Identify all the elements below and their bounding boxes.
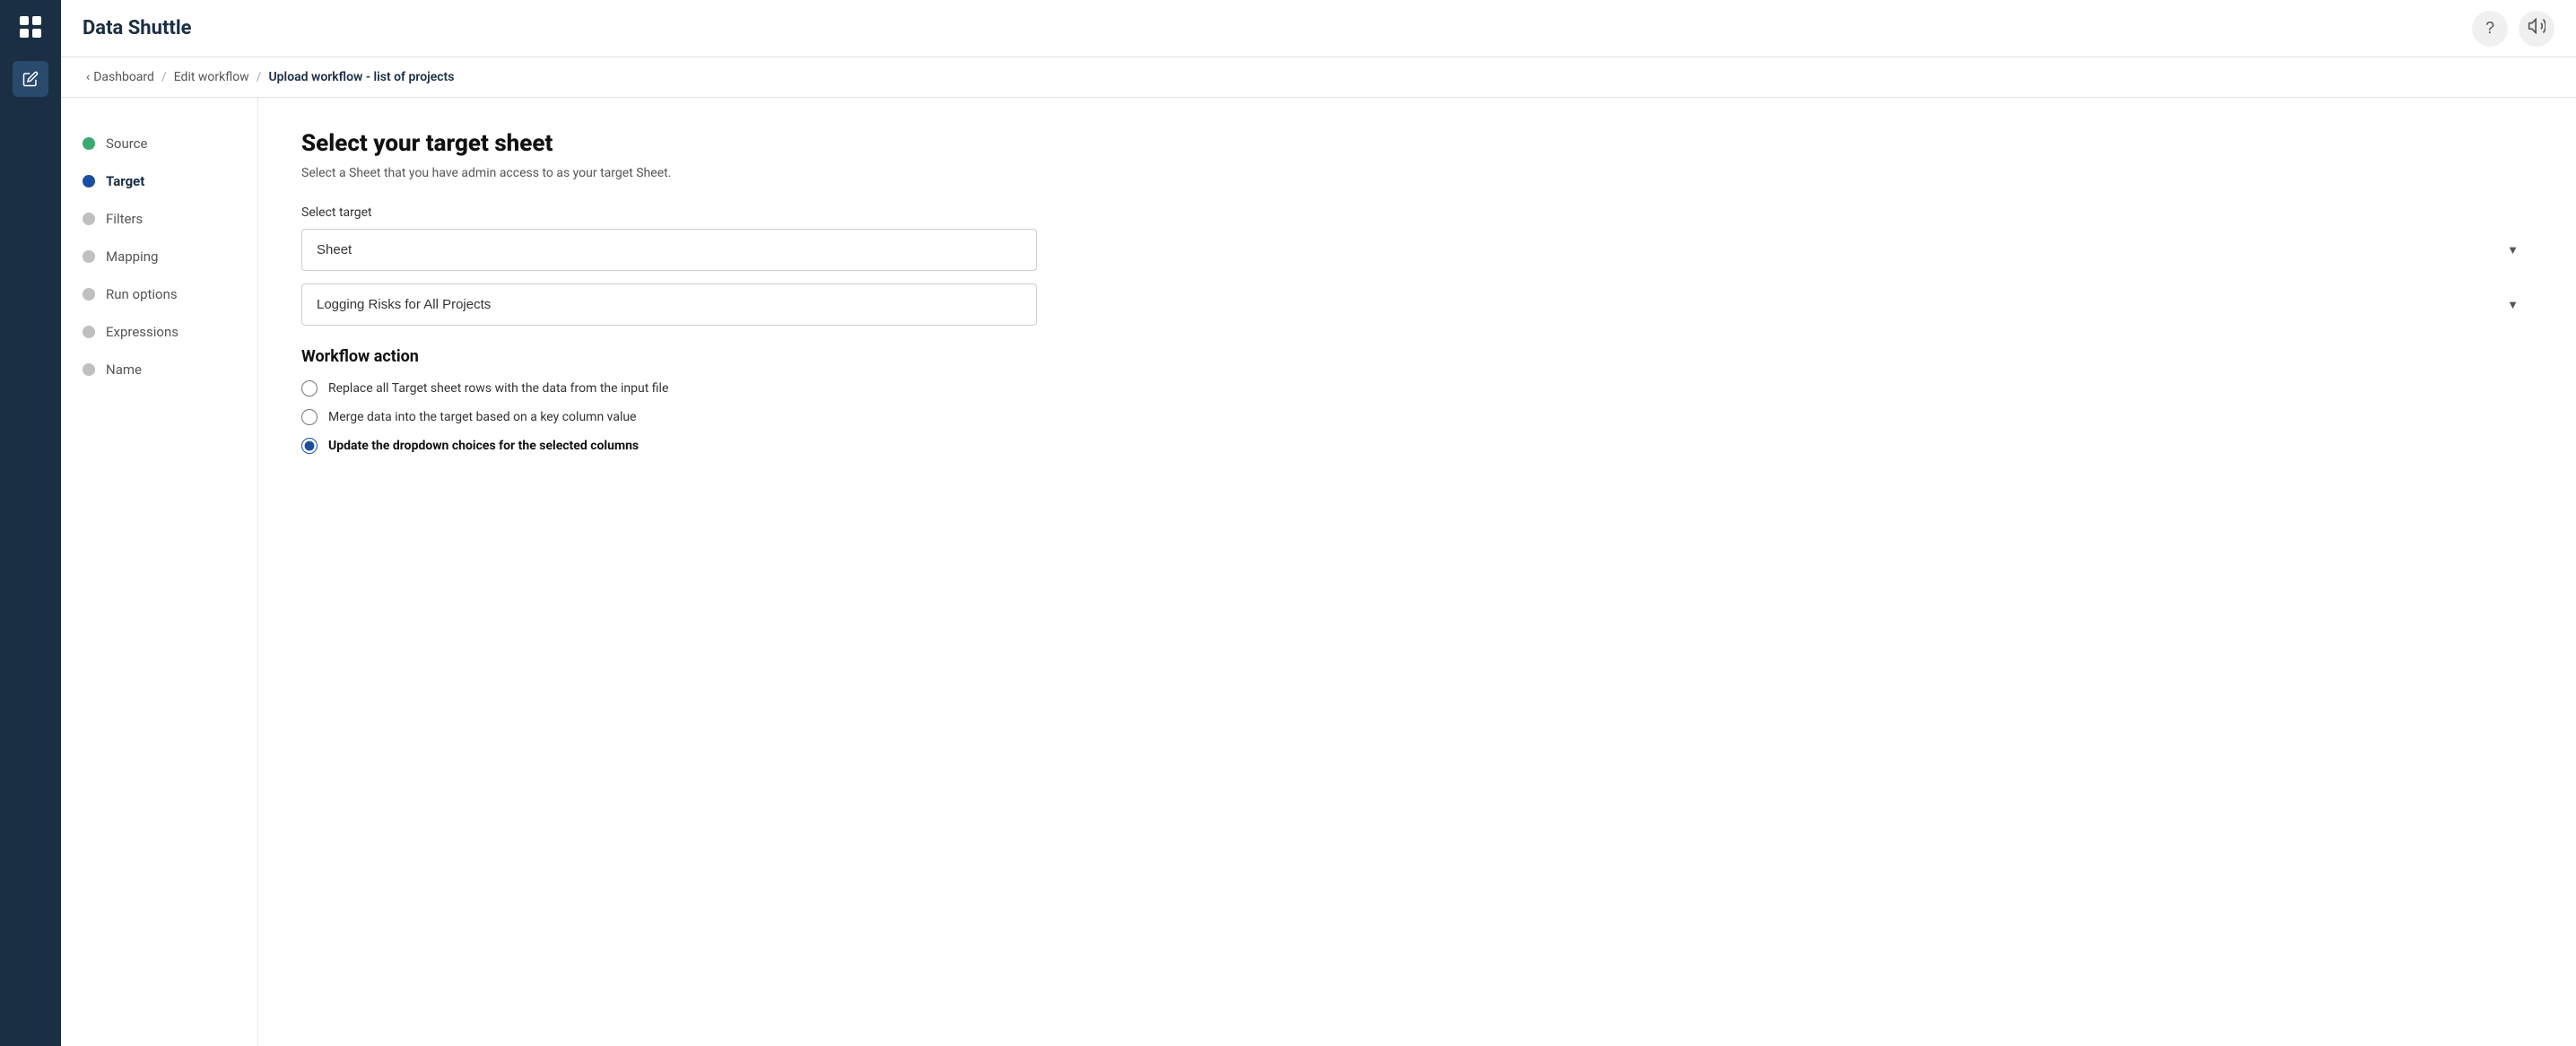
step-dot-filters (83, 213, 95, 225)
header-icons: ? (2472, 11, 2554, 47)
dark-sidebar (0, 0, 61, 1046)
radio-merge[interactable]: Merge data into the target based on a ke… (301, 409, 2533, 425)
help-icon: ? (2485, 19, 2494, 38)
edit-workflow-link[interactable]: Edit workflow (174, 70, 249, 84)
sheet-type-chevron-down-icon: ▼ (2507, 243, 2519, 257)
sheet-name-select-wrapper: Logging Risks for All Projects ▼ (301, 283, 2533, 326)
step-nav: Source Target Filters Mapping Run option… (61, 98, 258, 1046)
radio-update-dropdown-label: Update the dropdown choices for the sele… (328, 439, 639, 453)
sheet-type-select[interactable]: Sheet (301, 229, 1037, 271)
breadcrumb: ‹ Dashboard / Edit workflow / Upload wor… (61, 57, 2576, 98)
sheet-name-chevron-down-icon: ▼ (2507, 298, 2519, 312)
step-label-name: Name (106, 362, 142, 378)
step-mapping[interactable]: Mapping (79, 238, 239, 275)
top-header: Data Shuttle ? (61, 0, 2576, 57)
step-run-options[interactable]: Run options (79, 275, 239, 313)
radio-replace[interactable]: Replace all Target sheet rows with the d… (301, 380, 2533, 397)
step-name[interactable]: Name (79, 351, 239, 388)
sep2: / (257, 70, 262, 84)
step-filters[interactable]: Filters (79, 200, 239, 238)
step-dot-mapping (83, 250, 95, 263)
step-dot-target (83, 175, 95, 187)
step-dot-name (83, 363, 95, 376)
app-title: Data Shuttle (83, 17, 192, 39)
notification-icon (2528, 17, 2546, 39)
main-area: Data Shuttle ? ‹ Dashboard / (61, 0, 2576, 1046)
content-area: Source Target Filters Mapping Run option… (61, 98, 2576, 1046)
edit-nav-icon[interactable] (13, 61, 48, 97)
app-logo (14, 11, 47, 43)
step-dot-source (83, 137, 95, 150)
step-label-run-options: Run options (106, 286, 178, 302)
form-subtitle: Select a Sheet that you have admin acces… (301, 166, 2533, 180)
help-button[interactable]: ? (2472, 11, 2508, 47)
step-label-mapping: Mapping (106, 248, 158, 265)
radio-update-dropdown-input[interactable] (301, 438, 318, 454)
radio-update-dropdown[interactable]: Update the dropdown choices for the sele… (301, 438, 2533, 454)
sheet-type-select-wrapper: Sheet ▼ (301, 229, 2533, 271)
step-dot-expressions (83, 326, 95, 338)
radio-merge-label: Merge data into the target based on a ke… (328, 410, 637, 424)
breadcrumb-back[interactable]: ‹ Dashboard (86, 70, 154, 84)
breadcrumb-current: Upload workflow - list of projects (268, 70, 454, 84)
notification-button[interactable] (2519, 11, 2554, 47)
radio-replace-input[interactable] (301, 380, 318, 397)
radio-group: Replace all Target sheet rows with the d… (301, 380, 2533, 454)
form-area: Select your target sheet Select a Sheet … (258, 98, 2576, 1046)
form-title: Select your target sheet (301, 130, 2533, 157)
sheet-name-select[interactable]: Logging Risks for All Projects (301, 283, 1037, 326)
radio-replace-label: Replace all Target sheet rows with the d… (328, 381, 668, 396)
step-label-source: Source (106, 135, 147, 152)
step-source[interactable]: Source (79, 125, 239, 162)
dashboard-link[interactable]: Dashboard (93, 70, 154, 84)
sep1: / (161, 70, 167, 84)
radio-merge-input[interactable] (301, 409, 318, 425)
select-target-label: Select target (301, 205, 2533, 220)
workflow-action-title: Workflow action (301, 347, 2533, 366)
step-dot-run-options (83, 288, 95, 301)
back-arrow: ‹ (86, 70, 90, 84)
step-expressions[interactable]: Expressions (79, 313, 239, 351)
step-target[interactable]: Target (79, 162, 239, 200)
step-label-filters: Filters (106, 211, 143, 227)
step-label-target: Target (106, 173, 144, 189)
step-label-expressions: Expressions (106, 324, 178, 340)
